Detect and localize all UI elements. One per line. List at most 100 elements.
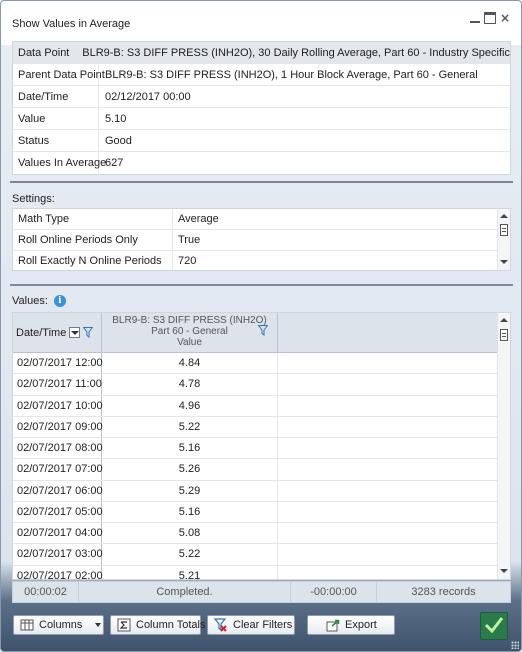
info-value: 5.10 [105, 112, 127, 125]
column-header-value-line3: Value [177, 337, 202, 348]
values-scrollbar[interactable] [497, 313, 510, 579]
settings-scrollbar[interactable] [497, 209, 510, 270]
info-value: Good [105, 134, 132, 147]
cell-value: 5.16 [102, 501, 278, 522]
filter-icon[interactable] [83, 327, 94, 338]
scroll-down-icon[interactable] [500, 260, 508, 264]
values-label: Values: i [12, 295, 66, 307]
maximize-icon[interactable] [484, 12, 496, 24]
ok-button[interactable] [480, 612, 508, 640]
status-state: Completed. [79, 582, 291, 602]
table-row[interactable]: 02/07/2017 10:00 4.96 [13, 395, 498, 417]
column-header-date[interactable]: Date/Time [13, 313, 102, 352]
cell-date: 02/07/2017 12:00 [13, 353, 103, 374]
sigma-icon [117, 618, 131, 632]
status-elapsed: 00:00:02 [13, 582, 79, 602]
settings-row-value: 720 [178, 254, 197, 267]
info-icon[interactable]: i [53, 295, 66, 307]
grid-body: 02/07/2017 12:00 4.84 02/07/2017 11:00 4.78… [13, 353, 498, 579]
info-row[interactable]: Values In Average 627 [13, 152, 510, 174]
table-row[interactable]: 02/07/2017 06:00 5.29 [13, 480, 498, 502]
scroll-up-icon[interactable] [500, 318, 508, 322]
table-row[interactable]: 02/07/2017 03:00 5.22 [13, 544, 498, 566]
settings-row[interactable]: Roll Exactly N Online Periods 720 [13, 251, 510, 270]
status-remaining: -00:00:00 [291, 582, 377, 602]
title-bar: Show Values in Average × [1, 1, 521, 45]
settings-label: Settings: [12, 193, 55, 205]
info-row[interactable]: Date/Time 02/12/2017 00:00 [13, 86, 510, 108]
cell-value: 4.96 [102, 395, 278, 416]
scroll-down-icon[interactable] [500, 569, 508, 573]
table-row[interactable]: 02/07/2017 05:00 5.16 [13, 501, 498, 523]
clear-filters-button[interactable]: Clear Filters [207, 615, 295, 635]
table-row[interactable]: 02/07/2017 08:00 5.16 [13, 438, 498, 460]
export-button[interactable]: Export [307, 615, 395, 635]
settings-row[interactable]: Math Type Average [13, 209, 510, 230]
info-value: 627 [105, 157, 124, 169]
info-label: Values In Average [13, 152, 106, 174]
settings-row-label: Roll Exactly N Online Periods [13, 251, 173, 270]
minimize-icon[interactable] [469, 12, 481, 24]
settings-row-label: Roll Online Periods Only [13, 230, 173, 250]
cell-date: 02/07/2017 07:00 [13, 459, 103, 480]
settings-row-value: Average [178, 212, 219, 225]
column-header-value-line2: Part 60 - General [151, 326, 228, 337]
info-value: BLR9-B: S3 DIFF PRESS (INH2O), 30 Daily … [82, 46, 510, 59]
export-label: Export [345, 619, 377, 631]
table-row[interactable]: 02/07/2017 09:00 5.22 [13, 416, 498, 438]
column-header-date-label: Date/Time [16, 326, 67, 339]
cell-value: 5.29 [102, 480, 278, 501]
cell-value: 4.78 [102, 374, 278, 395]
cell-value: 5.16 [102, 438, 278, 459]
scroll-thumb[interactable] [500, 329, 508, 341]
export-icon [326, 618, 340, 632]
scroll-thumb[interactable] [500, 224, 508, 236]
table-row[interactable]: 02/07/2017 12:00 4.84 [13, 353, 498, 375]
settings-row-label: Math Type [13, 209, 173, 229]
info-label: Date/Time [13, 86, 99, 107]
cell-date: 02/07/2017 02:00 [13, 565, 103, 579]
cell-date: 02/07/2017 10:00 [13, 395, 103, 416]
chevron-down-icon[interactable] [95, 623, 102, 627]
cell-value: 5.22 [102, 416, 278, 437]
columns-icon [20, 618, 34, 632]
info-row[interactable]: Data Point BLR9-B: S3 DIFF PRESS (INH2O),… [13, 42, 510, 64]
table-row[interactable]: 02/07/2017 04:00 5.08 [13, 523, 498, 545]
settings-row[interactable]: Roll Online Periods Only True [13, 230, 510, 251]
table-row[interactable]: 02/07/2017 02:00 5.21 [13, 565, 498, 579]
grid-header: Date/Time BLR9-B: S3 DIFF PRESS (INH2O) … [13, 313, 498, 353]
info-row[interactable]: Value 5.10 [13, 108, 510, 130]
clear-filter-icon [213, 618, 228, 632]
cell-value: 5.26 [102, 459, 278, 480]
column-totals-button[interactable]: Column Totals [110, 615, 206, 635]
cell-value: 5.08 [102, 523, 278, 544]
status-records: 3283 records [411, 586, 476, 598]
cell-date: 02/07/2017 06:00 [13, 480, 103, 501]
cell-date: 02/07/2017 05:00 [13, 501, 103, 522]
column-header-value[interactable]: BLR9-B: S3 DIFF PRESS (INH2O) Part 60 - … [102, 313, 278, 352]
table-row[interactable]: 02/07/2017 11:00 4.78 [13, 374, 498, 396]
columns-button-label: Columns [39, 619, 83, 631]
dialog-window: Show Values in Average × Data Point BLR9-… [0, 0, 522, 652]
cell-date: 02/07/2017 08:00 [13, 438, 103, 459]
settings-row-value: True [178, 233, 201, 246]
cell-date: 02/07/2017 09:00 [13, 416, 103, 437]
sort-dropdown-icon[interactable] [69, 327, 81, 338]
info-row[interactable]: Status Good [13, 130, 510, 152]
info-label: Value [13, 108, 99, 129]
data-point-info-table: Data Point BLR9-B: S3 DIFF PRESS (INH2O),… [12, 41, 511, 175]
resize-grip-icon[interactable] [511, 641, 519, 649]
status-bar: 00:00:02 Completed. -00:00:00 3283 recor… [12, 581, 511, 603]
settings-label-text: Settings: [12, 193, 55, 205]
close-icon[interactable]: × [499, 12, 511, 24]
cell-value: 4.84 [102, 353, 278, 374]
columns-button[interactable]: Columns [13, 615, 104, 635]
cell-value: 5.22 [102, 544, 278, 565]
table-row[interactable]: 02/07/2017 07:00 5.26 [13, 459, 498, 481]
info-row[interactable]: Parent Data Point BLR9-B: S3 DIFF PRESS (… [13, 64, 510, 86]
divider [10, 284, 513, 286]
filter-icon[interactable] [258, 325, 268, 336]
info-label: Parent Data Point [13, 64, 105, 85]
scroll-up-icon[interactable] [500, 214, 508, 218]
cell-value: 5.21 [102, 565, 278, 579]
